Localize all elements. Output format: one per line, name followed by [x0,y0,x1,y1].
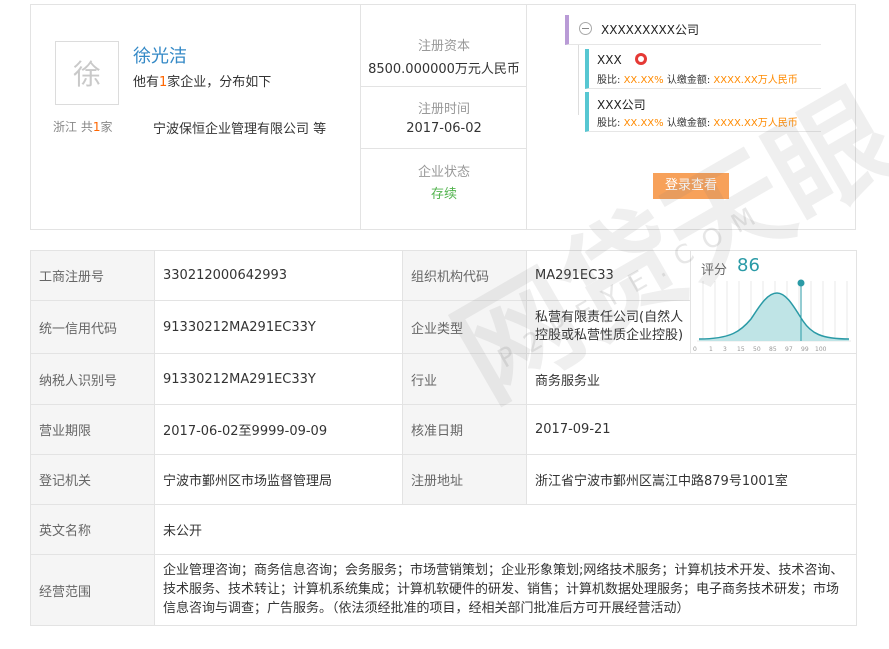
location-name: 浙江 [53,120,78,134]
credit-code-label: 统一信用代码 [31,301,155,354]
company-detail-table: 工商注册号 330212000642993 组织机构代码 MA291EC33 统… [30,250,857,626]
address-value: 浙江省宁波市鄞州区嵩江中路879号1001室 [527,455,857,505]
registration-date-label: 注册时间 [417,102,470,117]
company-status-label: 企业状态 [417,165,470,180]
company-status-value: 存续 [430,187,457,202]
location-suffix: 家 [100,120,113,134]
tree-node-detail: 股比: XX.XX% 认缴金额: XXXX.XX万人民币 [597,71,798,86]
summary-suffix: 家企业，分布如下 [167,75,272,90]
authority-label: 登记机关 [31,455,155,505]
svg-text:100: 100 [815,346,827,353]
amount-label: 认缴金额: [666,75,711,86]
tree-node-name: XXX [597,53,622,67]
person-column: 徐 徐光洁 他有1家企业，分布如下 浙江 共1家 宁波保恒企业管理有限公司 等 [31,5,361,229]
industry-value: 商务服务业 [527,354,857,405]
tree-node: XXX公司 股比: XX.XX% 认缴金额: XXXX.XX万人民币 [585,92,821,132]
svg-text:99: 99 [801,346,809,353]
company-link[interactable]: 宁波保恒企业管理有限公司 等 [153,118,326,137]
seal-icon [635,53,647,65]
org-code-value: MA291EC33 [527,251,691,301]
registration-date: 注册时间 2017-06-02 [361,87,527,149]
registration-date-value: 2017-06-02 [406,121,482,136]
business-scope-label: 经营范围 [31,555,155,625]
approval-date-value: 2017-09-21 [527,405,857,455]
registered-capital-label: 注册资本 [417,39,470,54]
company-status: 企业状态 存续 [361,149,527,229]
tree-root-name: XXXXXXXXX公司 [601,23,699,37]
tree-node-name: XXX公司 [597,98,646,112]
company-type-value: 私营有限责任公司(自然人控股或私营性质企业控股) [527,301,691,354]
svg-text:97: 97 [785,346,793,353]
company-info-column: 注册资本 8500.000000万元人民币 注册时间 2017-06-02 企业… [361,5,527,229]
tree-connector [578,45,579,115]
svg-text:1: 1 [709,346,713,353]
location-prefix: 共 [80,120,93,134]
avatar-char: 徐 [72,58,101,91]
svg-text:3: 3 [723,346,727,353]
svg-text:85: 85 [769,346,777,353]
avatar: 徐 [55,41,119,105]
registered-capital-value: 8500.000000万元人民币 [368,62,520,77]
svg-text:0: 0 [693,346,697,353]
term-value: 2017-06-02至9999-09-09 [155,405,403,455]
ratio-value: XX.XX% [623,75,664,86]
person-enterprise-summary: 他有1家企业，分布如下 [133,71,271,90]
address-label: 注册地址 [403,455,527,505]
svg-text:50: 50 [753,346,761,353]
person-name[interactable]: 徐光洁 [133,42,187,68]
collapse-icon[interactable] [579,22,592,35]
shareholder-tree: XXXXXXXXX公司 XXX 股比: XX.XX% 认缴金额: XXXX.XX… [527,5,856,229]
tree-node-detail: 股比: XX.XX% 认缴金额: XXXX.XX万人民币 [597,114,798,129]
approval-date-label: 核准日期 [403,405,527,455]
business-scope-value: 企业管理咨询；商务信息咨询；会务服务；市场营销策划；企业形象策划;网络技术服务；… [163,563,844,616]
svg-text:15: 15 [737,346,745,353]
authority-value: 宁波市鄞州区市场监督管理局 [155,455,403,505]
tax-id-value: 91330212MA291EC33Y [155,354,403,405]
location-count: 1 [92,120,101,134]
reg-no-value: 330212000642993 [155,251,403,301]
tree-root: XXXXXXXXX公司 [565,15,821,45]
tree-node: XXX 股比: XX.XX% 认缴金额: XXXX.XX万人民币 [585,49,821,89]
location-summary: 浙江 共1家 [53,118,113,135]
registered-capital: 注册资本 8500.000000万元人民币 [361,5,527,87]
company-type-label: 企业类型 [403,301,527,354]
english-name-value: 未公开 [155,505,857,555]
credit-code-value: 91330212MA291EC33Y [155,301,403,354]
term-label: 营业期限 [31,405,155,455]
amount-label: 认缴金额: [666,118,711,129]
ratio-value: XX.XX% [623,118,664,129]
summary-prefix: 他有 [133,75,160,90]
tax-id-label: 纳税人识别号 [31,354,155,405]
org-code-label: 组织机构代码 [403,251,527,301]
score-distribution-chart: 0 1 3 15 50 85 97 99 100 [693,279,851,353]
english-name-label: 英文名称 [31,505,155,555]
score-panel: 评分 86 013 15 50 85 97 99 100 [691,251,857,354]
login-to-view-button[interactable]: 登录查看 [653,173,729,199]
amount-value: XXXX.XX万人民币 [713,118,798,129]
ratio-label: 股比: [597,75,621,86]
amount-value: XXXX.XX万人民币 [713,75,798,86]
industry-label: 行业 [403,354,527,405]
ratio-label: 股比: [597,118,621,129]
person-summary-card: 徐 徐光洁 他有1家企业，分布如下 浙江 共1家 宁波保恒企业管理有限公司 等 … [30,4,856,230]
reg-no-label: 工商注册号 [31,251,155,301]
